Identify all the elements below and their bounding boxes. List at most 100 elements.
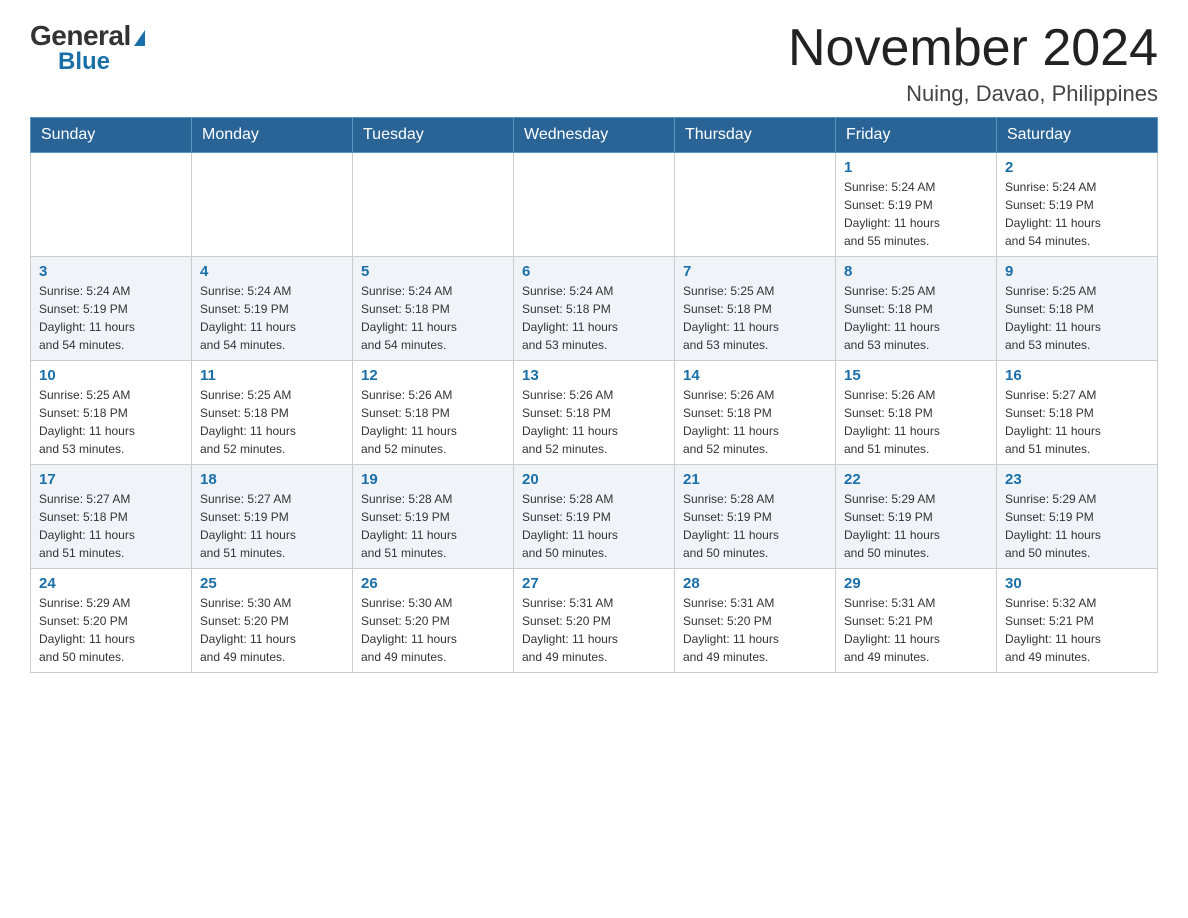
day-info: Sunrise: 5:24 AMSunset: 5:19 PMDaylight:… (844, 178, 988, 250)
day-number: 28 (683, 575, 827, 592)
location-subtitle: Nuing, Davao, Philippines (788, 81, 1158, 107)
day-info: Sunrise: 5:24 AMSunset: 5:18 PMDaylight:… (361, 282, 505, 354)
title-block: November 2024 Nuing, Davao, Philippines (788, 20, 1158, 107)
day-number: 20 (522, 471, 666, 488)
calendar-cell: 11 Sunrise: 5:25 AMSunset: 5:18 PMDayligh… (192, 361, 353, 465)
day-number: 10 (39, 367, 183, 384)
day-info: Sunrise: 5:24 AMSunset: 5:18 PMDaylight:… (522, 282, 666, 354)
calendar-cell (31, 153, 192, 257)
day-number: 30 (1005, 575, 1149, 592)
calendar-cell: 8 Sunrise: 5:25 AMSunset: 5:18 PMDaylight… (836, 257, 997, 361)
weekday-header-sunday: Sunday (31, 118, 192, 153)
day-info: Sunrise: 5:32 AMSunset: 5:21 PMDaylight:… (1005, 594, 1149, 666)
day-info: Sunrise: 5:25 AMSunset: 5:18 PMDaylight:… (1005, 282, 1149, 354)
weekday-header-row: SundayMondayTuesdayWednesdayThursdayFrid… (31, 118, 1158, 153)
day-number: 9 (1005, 263, 1149, 280)
day-number: 7 (683, 263, 827, 280)
week-row-2: 3 Sunrise: 5:24 AMSunset: 5:19 PMDaylight… (31, 257, 1158, 361)
weekday-header-friday: Friday (836, 118, 997, 153)
calendar-cell: 17 Sunrise: 5:27 AMSunset: 5:18 PMDayligh… (31, 465, 192, 569)
week-row-3: 10 Sunrise: 5:25 AMSunset: 5:18 PMDayligh… (31, 361, 1158, 465)
month-year-title: November 2024 (788, 20, 1158, 77)
day-number: 22 (844, 471, 988, 488)
day-number: 18 (200, 471, 344, 488)
day-info: Sunrise: 5:25 AMSunset: 5:18 PMDaylight:… (844, 282, 988, 354)
day-info: Sunrise: 5:24 AMSunset: 5:19 PMDaylight:… (39, 282, 183, 354)
calendar-cell: 26 Sunrise: 5:30 AMSunset: 5:20 PMDayligh… (353, 569, 514, 673)
calendar-cell: 3 Sunrise: 5:24 AMSunset: 5:19 PMDaylight… (31, 257, 192, 361)
day-info: Sunrise: 5:26 AMSunset: 5:18 PMDaylight:… (361, 386, 505, 458)
calendar-cell: 20 Sunrise: 5:28 AMSunset: 5:19 PMDayligh… (514, 465, 675, 569)
calendar-cell: 25 Sunrise: 5:30 AMSunset: 5:20 PMDayligh… (192, 569, 353, 673)
calendar-cell (353, 153, 514, 257)
day-number: 14 (683, 367, 827, 384)
calendar-cell: 1 Sunrise: 5:24 AMSunset: 5:19 PMDaylight… (836, 153, 997, 257)
calendar-cell: 15 Sunrise: 5:26 AMSunset: 5:18 PMDayligh… (836, 361, 997, 465)
day-number: 13 (522, 367, 666, 384)
day-info: Sunrise: 5:24 AMSunset: 5:19 PMDaylight:… (1005, 178, 1149, 250)
logo-triangle-icon (134, 30, 145, 46)
weekday-header-monday: Monday (192, 118, 353, 153)
day-number: 26 (361, 575, 505, 592)
day-number: 2 (1005, 159, 1149, 176)
day-number: 15 (844, 367, 988, 384)
day-number: 21 (683, 471, 827, 488)
calendar-cell: 28 Sunrise: 5:31 AMSunset: 5:20 PMDayligh… (675, 569, 836, 673)
day-info: Sunrise: 5:31 AMSunset: 5:20 PMDaylight:… (683, 594, 827, 666)
day-info: Sunrise: 5:25 AMSunset: 5:18 PMDaylight:… (39, 386, 183, 458)
day-info: Sunrise: 5:30 AMSunset: 5:20 PMDaylight:… (200, 594, 344, 666)
calendar-cell: 27 Sunrise: 5:31 AMSunset: 5:20 PMDayligh… (514, 569, 675, 673)
day-info: Sunrise: 5:31 AMSunset: 5:20 PMDaylight:… (522, 594, 666, 666)
logo: General Blue (30, 20, 145, 76)
weekday-header-wednesday: Wednesday (514, 118, 675, 153)
week-row-4: 17 Sunrise: 5:27 AMSunset: 5:18 PMDayligh… (31, 465, 1158, 569)
day-number: 19 (361, 471, 505, 488)
day-info: Sunrise: 5:29 AMSunset: 5:19 PMDaylight:… (844, 490, 988, 562)
calendar-cell: 23Sunrise: 5:29 AMSunset: 5:19 PMDayligh… (997, 465, 1158, 569)
day-number: 1 (844, 159, 988, 176)
calendar-cell: 6 Sunrise: 5:24 AMSunset: 5:18 PMDaylight… (514, 257, 675, 361)
calendar-cell: 21 Sunrise: 5:28 AMSunset: 5:19 PMDayligh… (675, 465, 836, 569)
weekday-header-saturday: Saturday (997, 118, 1158, 153)
day-info: Sunrise: 5:25 AMSunset: 5:18 PMDaylight:… (200, 386, 344, 458)
calendar-cell (675, 153, 836, 257)
day-number: 16 (1005, 367, 1149, 384)
day-info: Sunrise: 5:24 AMSunset: 5:19 PMDaylight:… (200, 282, 344, 354)
day-info: Sunrise: 5:29 AMSunset: 5:20 PMDaylight:… (39, 594, 183, 666)
day-info: Sunrise: 5:25 AMSunset: 5:18 PMDaylight:… (683, 282, 827, 354)
calendar-cell: 4Sunrise: 5:24 AMSunset: 5:19 PMDaylight… (192, 257, 353, 361)
day-number: 17 (39, 471, 183, 488)
day-number: 27 (522, 575, 666, 592)
weekday-header-thursday: Thursday (675, 118, 836, 153)
weekday-header-tuesday: Tuesday (353, 118, 514, 153)
calendar-cell: 30 Sunrise: 5:32 AMSunset: 5:21 PMDayligh… (997, 569, 1158, 673)
day-number: 8 (844, 263, 988, 280)
day-number: 6 (522, 263, 666, 280)
day-info: Sunrise: 5:30 AMSunset: 5:20 PMDaylight:… (361, 594, 505, 666)
calendar-cell: 29Sunrise: 5:31 AMSunset: 5:21 PMDayligh… (836, 569, 997, 673)
day-info: Sunrise: 5:27 AMSunset: 5:18 PMDaylight:… (1005, 386, 1149, 458)
calendar-cell: 5 Sunrise: 5:24 AMSunset: 5:18 PMDaylight… (353, 257, 514, 361)
week-row-5: 24Sunrise: 5:29 AMSunset: 5:20 PMDayligh… (31, 569, 1158, 673)
day-number: 3 (39, 263, 183, 280)
day-number: 12 (361, 367, 505, 384)
week-row-1: 1 Sunrise: 5:24 AMSunset: 5:19 PMDaylight… (31, 153, 1158, 257)
calendar-table: SundayMondayTuesdayWednesdayThursdayFrid… (30, 117, 1158, 673)
calendar-cell: 12 Sunrise: 5:26 AMSunset: 5:18 PMDayligh… (353, 361, 514, 465)
calendar-cell: 7 Sunrise: 5:25 AMSunset: 5:18 PMDaylight… (675, 257, 836, 361)
day-info: Sunrise: 5:29 AMSunset: 5:19 PMDaylight:… (1005, 490, 1149, 562)
calendar-cell: 14 Sunrise: 5:26 AMSunset: 5:18 PMDayligh… (675, 361, 836, 465)
calendar-cell (514, 153, 675, 257)
logo-blue-text: Blue (58, 48, 110, 76)
day-info: Sunrise: 5:28 AMSunset: 5:19 PMDaylight:… (361, 490, 505, 562)
day-info: Sunrise: 5:27 AMSunset: 5:18 PMDaylight:… (39, 490, 183, 562)
day-number: 25 (200, 575, 344, 592)
day-info: Sunrise: 5:26 AMSunset: 5:18 PMDaylight:… (844, 386, 988, 458)
day-info: Sunrise: 5:26 AMSunset: 5:18 PMDaylight:… (683, 386, 827, 458)
day-info: Sunrise: 5:28 AMSunset: 5:19 PMDaylight:… (522, 490, 666, 562)
calendar-cell: 10 Sunrise: 5:25 AMSunset: 5:18 PMDayligh… (31, 361, 192, 465)
day-info: Sunrise: 5:28 AMSunset: 5:19 PMDaylight:… (683, 490, 827, 562)
day-number: 5 (361, 263, 505, 280)
calendar-cell: 13Sunrise: 5:26 AMSunset: 5:18 PMDayligh… (514, 361, 675, 465)
day-number: 11 (200, 367, 344, 384)
